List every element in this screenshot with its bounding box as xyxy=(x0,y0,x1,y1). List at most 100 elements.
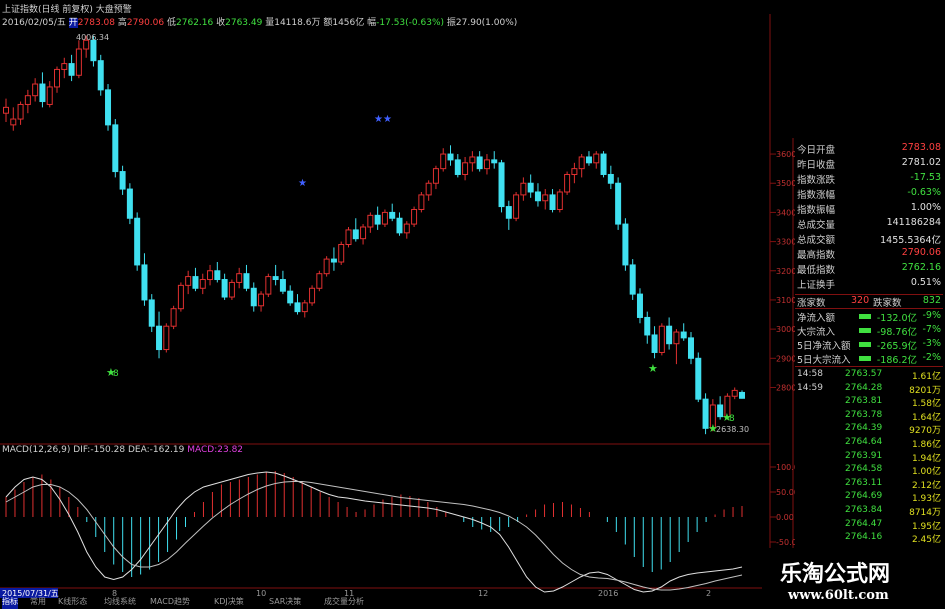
stat-value: 2781.02 xyxy=(901,157,941,168)
stat-row: 最高指数 2790.06 xyxy=(795,247,943,261)
candle-body xyxy=(323,258,330,275)
price-tick-label: 3300 xyxy=(776,238,796,247)
stat-label: 昨日收盘 xyxy=(797,160,836,171)
macd-value: 23.82 xyxy=(217,445,244,455)
tick-volume: 1.61亿 xyxy=(911,372,941,382)
flow-pct: -2% xyxy=(922,352,942,363)
low-label: 低 xyxy=(167,18,177,28)
macd-dea-line xyxy=(5,481,743,591)
candle-body xyxy=(549,194,556,210)
candle-body xyxy=(105,89,112,126)
candle-body xyxy=(585,156,592,164)
tick-time: 14:59 xyxy=(797,382,823,393)
tick-price: 2763.57 xyxy=(845,369,883,379)
tick-price: 2763.91 xyxy=(845,450,883,461)
candle-body xyxy=(381,211,388,225)
candle-body xyxy=(600,153,607,175)
macd-histogram xyxy=(5,471,743,577)
flow-pct: -7% xyxy=(922,324,942,335)
candle-body xyxy=(199,279,206,289)
stat-row: 总成交额 1455.5364亿 xyxy=(795,232,943,246)
flow-value: -265.9亿 xyxy=(876,341,917,352)
candle-body xyxy=(666,325,673,345)
stat-row: 指数涨幅 -0.63% xyxy=(795,187,943,201)
flow-value: -132.0亿 xyxy=(876,313,917,324)
candle-body xyxy=(564,173,571,193)
buy-star-icon: ★ xyxy=(648,362,658,375)
tick-volume: 1.95亿 xyxy=(911,521,941,532)
candle-body xyxy=(658,325,665,353)
tick-price: 2764.28 xyxy=(845,382,883,393)
candle-body xyxy=(396,217,403,234)
macd-tick-label: 0.00 xyxy=(776,513,794,522)
candle-body xyxy=(279,279,286,292)
tick-price: 2764.64 xyxy=(845,437,883,447)
tick-price: 2764.16 xyxy=(845,532,883,543)
indicator-tab[interactable]: MACD趋势 xyxy=(150,596,190,609)
candle-body xyxy=(687,337,694,359)
stat-value: 2790.06 xyxy=(901,247,941,258)
amplitude-label: 振 xyxy=(446,18,456,28)
macd-dif-line xyxy=(5,471,743,593)
indicator-tab[interactable]: K线形态 xyxy=(58,596,87,609)
tick-row: 2763.81 1.58亿 xyxy=(795,396,943,410)
indicator-tab[interactable]: 指标 xyxy=(2,596,18,609)
candle-body xyxy=(607,173,614,184)
stat-value: -17.53 xyxy=(910,172,941,183)
watermark: 乐淘公式网 www.60lt.com xyxy=(762,548,945,609)
price-tick-label: 3000 xyxy=(776,325,796,334)
price-tick-label: 3200 xyxy=(776,267,796,276)
tick-volume: 9270万 xyxy=(909,426,941,437)
tick-price: 2763.81 xyxy=(845,396,883,407)
tick-volume: 2.12亿 xyxy=(911,480,941,491)
indicator-tab[interactable]: SAR决策 xyxy=(269,596,301,609)
candle-body xyxy=(294,302,301,313)
indicator-tab[interactable]: 均线系统 xyxy=(104,596,136,609)
indicator-tab[interactable]: 成交量分析 xyxy=(324,596,364,609)
tick-volume: 1.58亿 xyxy=(911,399,941,410)
candle-body xyxy=(731,389,738,397)
candle-body xyxy=(556,191,563,210)
candle-body xyxy=(469,156,476,164)
tick-price: 2764.47 xyxy=(845,518,883,529)
candle-body xyxy=(636,293,643,318)
watermark-url: www.60lt.com xyxy=(788,588,889,603)
candle-body xyxy=(207,270,214,281)
stat-label: 指数涨跌 xyxy=(797,175,836,186)
indicator-tab[interactable]: KDJ决策 xyxy=(214,596,244,609)
high-price-label: 4006.34 xyxy=(76,33,109,42)
candle-body xyxy=(163,325,170,351)
fund-flow-row: 净流入额 -132.0亿 -9% xyxy=(795,310,943,324)
price-tick-label: 3400 xyxy=(776,208,796,217)
flow-pct: -3% xyxy=(922,338,942,349)
indicator-tab[interactable]: 常用 xyxy=(30,596,46,609)
price-tick-label: 3600 xyxy=(776,150,796,159)
candle-body xyxy=(389,211,396,219)
high-label: 高 xyxy=(117,18,127,28)
candle-body xyxy=(265,276,272,295)
macd-header: MACD(12,26,9) DIF:-150.28 DEA:-162.19 MA… xyxy=(2,445,243,455)
stat-label: 指数涨幅 xyxy=(797,190,836,201)
stat-row: 今日开盘 2783.08 xyxy=(795,142,943,156)
stat-label: 总成交量 xyxy=(797,220,836,231)
tick-row: 2764.47 1.95亿 xyxy=(795,519,943,533)
candle-body xyxy=(513,194,520,219)
tick-volume: 1.64亿 xyxy=(911,412,941,423)
tick-row: 2764.64 1.86亿 xyxy=(795,437,943,451)
candle-body xyxy=(54,68,61,88)
signal-markers: ★ 8 ★ ★★ ★ ★ 8 ★ 2638.30 4006.34 xyxy=(76,33,749,435)
candle-body xyxy=(112,124,119,173)
low-price-label: 2638.30 xyxy=(716,425,749,434)
fund-flow-row: 5日净流入额 -265.9亿 -3% xyxy=(795,338,943,352)
candle-body xyxy=(578,156,585,170)
candle-body xyxy=(46,86,53,105)
candle-body xyxy=(192,276,199,289)
tick-row: 2763.91 1.94亿 xyxy=(795,451,943,465)
candle-body xyxy=(462,162,469,175)
candle-body xyxy=(126,188,133,219)
flow-label: 5日大宗流入 xyxy=(797,355,851,366)
price-tick-label: 3100 xyxy=(776,296,796,305)
stat-value: -0.63% xyxy=(907,187,941,198)
stat-value: 141186284 xyxy=(886,217,941,228)
price-tick-label: 2800 xyxy=(776,383,796,392)
